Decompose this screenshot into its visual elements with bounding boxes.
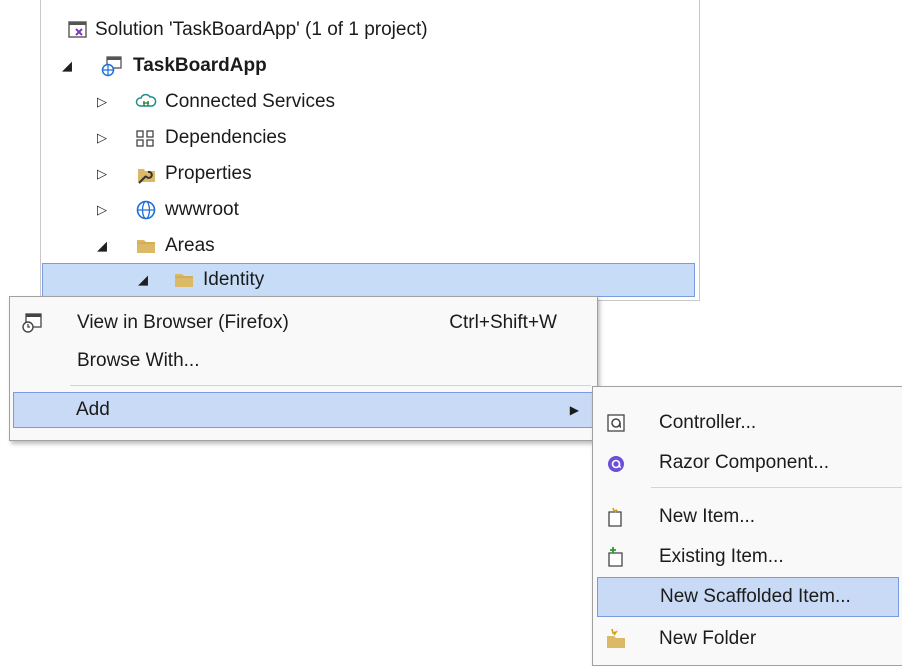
menu-item-label: View in Browser (Firefox) — [77, 312, 289, 333]
collapse-arrow-icon[interactable]: ◢ — [138, 272, 148, 288]
expand-arrow-icon[interactable]: ▷ — [97, 94, 107, 110]
submenu-item-new-scaffolded-item[interactable]: New Scaffolded Item... — [597, 577, 899, 617]
submenu-item-label: Controller... — [659, 412, 757, 433]
properties-icon — [135, 163, 157, 185]
existing-item-icon — [605, 546, 627, 568]
submenu-item-new-item[interactable]: New Item... — [595, 497, 902, 537]
solution-explorer-tree: Solution 'TaskBoardApp' (1 of 1 project)… — [40, 0, 700, 301]
tree-item-label: Areas — [165, 235, 215, 256]
context-menu: View in Browser (Firefox) Ctrl+Shift+W B… — [9, 296, 598, 441]
collapse-arrow-icon[interactable]: ◢ — [97, 238, 107, 254]
tree-item-label: wwwroot — [165, 199, 239, 220]
view-in-browser-icon — [21, 312, 43, 334]
add-submenu: Controller... Razor Component... New Ite… — [592, 386, 902, 666]
tree-item-label: Dependencies — [165, 127, 287, 148]
menu-item-browse-with[interactable]: Browse With... — [12, 343, 595, 379]
menu-item-add[interactable]: Add ▶ — [13, 392, 594, 428]
menu-item-view-in-browser[interactable]: View in Browser (Firefox) Ctrl+Shift+W — [12, 305, 595, 341]
controller-icon — [605, 412, 627, 434]
folder-icon — [135, 235, 157, 257]
dependencies-icon — [135, 127, 157, 149]
submenu-arrow-icon: ▶ — [569, 403, 579, 417]
tree-item-label: Connected Services — [165, 91, 336, 112]
expand-arrow-icon[interactable]: ▷ — [97, 202, 107, 218]
new-item-icon — [605, 506, 627, 528]
globe-icon — [135, 199, 157, 221]
expand-arrow-icon[interactable]: ▷ — [97, 166, 107, 182]
expand-arrow-icon[interactable]: ▷ — [97, 130, 107, 146]
menu-item-label: Add — [76, 399, 110, 420]
collapse-arrow-icon[interactable]: ◢ — [62, 58, 72, 74]
submenu-item-existing-item[interactable]: Existing Item... — [595, 537, 902, 577]
web-project-icon — [101, 55, 123, 77]
submenu-item-label: New Folder — [659, 628, 757, 649]
solution-icon — [67, 19, 89, 41]
shortcut-label: Ctrl+Shift+W — [449, 312, 557, 333]
submenu-item-new-folder[interactable]: New Folder — [595, 619, 902, 659]
project-label: TaskBoardApp — [133, 55, 267, 76]
tree-item-label: Identity — [203, 269, 265, 290]
submenu-item-label: Razor Component... — [659, 452, 830, 473]
solution-label: Solution 'TaskBoardApp' (1 of 1 project) — [95, 19, 428, 40]
razor-icon — [605, 452, 627, 474]
menu-separator — [70, 385, 591, 386]
submenu-item-label: New Scaffolded Item... — [660, 586, 851, 607]
connected-services-icon — [135, 91, 157, 113]
folder-icon — [173, 269, 195, 291]
submenu-item-razor-component[interactable]: Razor Component... — [595, 443, 902, 483]
menu-item-label: Browse With... — [77, 350, 200, 371]
tree-item-label: Properties — [165, 163, 252, 184]
submenu-item-controller[interactable]: Controller... — [595, 403, 902, 443]
tree-node-identity[interactable]: ◢ Identity — [42, 263, 695, 297]
new-folder-icon — [605, 628, 627, 650]
submenu-item-label: New Item... — [659, 506, 756, 527]
submenu-item-label: Existing Item... — [659, 546, 784, 567]
menu-separator — [651, 487, 902, 488]
